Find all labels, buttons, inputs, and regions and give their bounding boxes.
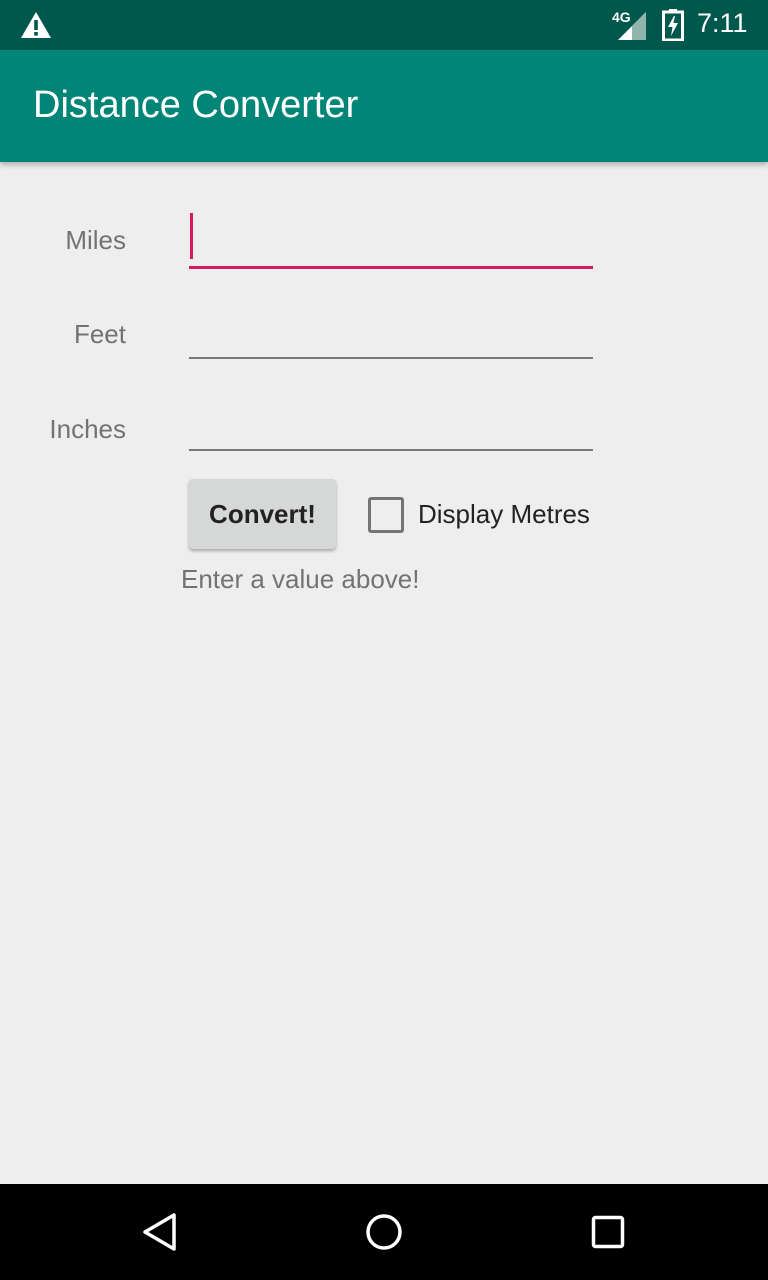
warning-icon <box>21 12 51 38</box>
status-bar: 4G 7:11 <box>0 0 768 50</box>
back-icon[interactable] <box>136 1208 184 1256</box>
convert-button[interactable]: Convert! <box>189 479 336 549</box>
signal-icon <box>618 12 646 40</box>
inches-input[interactable] <box>195 399 589 445</box>
inches-field[interactable] <box>189 395 593 451</box>
miles-field[interactable] <box>189 213 593 269</box>
feet-underline <box>189 357 593 359</box>
battery-charging-icon <box>662 9 684 41</box>
status-time: 7:11 <box>697 8 748 38</box>
feet-label: Feet <box>73 319 126 349</box>
text-cursor <box>190 213 193 259</box>
home-icon[interactable] <box>360 1208 408 1256</box>
inches-label: Inches <box>49 414 126 444</box>
navigation-bar <box>0 1184 768 1280</box>
display-metres-label[interactable]: Display Metres <box>418 499 590 530</box>
inches-underline <box>189 449 593 451</box>
miles-input[interactable] <box>195 217 589 263</box>
display-metres-checkbox[interactable] <box>368 497 404 533</box>
recents-icon[interactable] <box>584 1208 632 1256</box>
feet-field[interactable] <box>189 303 593 359</box>
app-bar: Distance Converter <box>0 50 768 162</box>
app-title: Distance Converter <box>33 84 359 126</box>
feet-input[interactable] <box>195 307 589 353</box>
result-text: Enter a value above! <box>181 564 420 594</box>
miles-underline <box>189 266 593 269</box>
miles-label: Miles <box>65 225 126 255</box>
